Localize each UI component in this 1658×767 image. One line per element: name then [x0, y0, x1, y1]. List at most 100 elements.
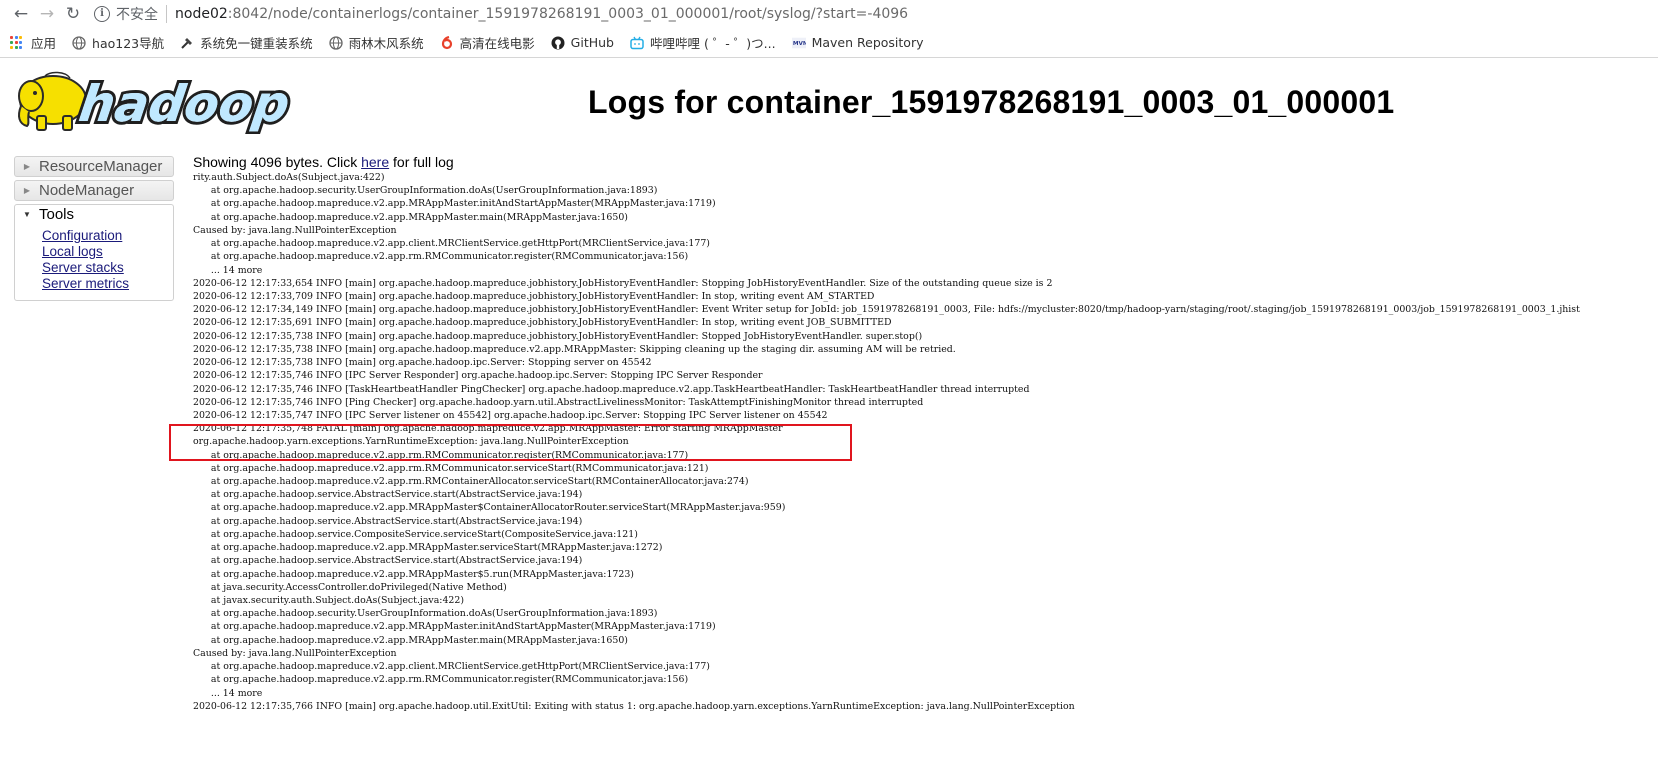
log-line: at org.apache.hadoop.mapreduce.v2.app.cl…	[193, 238, 710, 250]
sidebar-item-nodemanager[interactable]: ▶ NodeManager	[14, 180, 174, 201]
url-separator	[166, 5, 167, 23]
page-title: Logs for container_1591978268191_0003_01…	[588, 84, 1395, 120]
bookmark-reinstall-system[interactable]: 系统免一键重装系统	[180, 33, 313, 52]
log-output[interactable]: rity.auth.Subject.doAs(Subject.java:422)…	[193, 171, 1580, 713]
log-line: at java.security.AccessController.doPriv…	[193, 581, 507, 593]
log-line: at org.apache.hadoop.mapreduce.v2.app.rm…	[193, 449, 689, 461]
log-line: rity.auth.Subject.doAs(Subject.java:422)	[193, 172, 385, 183]
logo-wordmark-fill: hadoop	[76, 74, 294, 133]
log-line: 2020-06-12 12:17:33,709 INFO [main] org.…	[193, 290, 875, 302]
github-icon	[551, 36, 565, 50]
browser-toolbar: ← → ↻ i 不安全 node02:8042/node/containerlo…	[0, 0, 1658, 28]
log-line: at org.apache.hadoop.mapreduce.v2.app.MR…	[193, 568, 634, 580]
back-arrow-icon[interactable]: ←	[8, 1, 34, 27]
bookmark-label: 高清在线电影	[459, 36, 535, 51]
log-line: at org.apache.hadoop.service.AbstractSer…	[193, 555, 583, 567]
log-line: 2020-06-12 12:17:35,738 INFO [main] org.…	[193, 330, 923, 342]
apps-grid-icon	[10, 36, 23, 49]
bookmark-label: Maven Repository	[811, 35, 924, 50]
log-line: at org.apache.hadoop.security.UserGroupI…	[193, 185, 658, 197]
log-line: 2020-06-12 12:17:35,746 INFO [Ping Check…	[193, 396, 924, 408]
address-bar[interactable]: i 不安全 node02:8042/node/containerlogs/con…	[94, 0, 1650, 28]
log-line: 2020-06-12 12:17:35,747 INFO [IPC Server…	[193, 409, 828, 421]
log-line: at org.apache.hadoop.mapreduce.v2.app.rm…	[193, 251, 689, 263]
log-line: at org.apache.hadoop.mapreduce.v2.app.cl…	[193, 661, 710, 673]
log-line: 2020-06-12 12:17:35,738 INFO [main] org.…	[193, 343, 956, 355]
tools-panel: Configuration Local logs Server stacks S…	[14, 224, 174, 301]
movie-icon	[440, 35, 454, 50]
configuration-link[interactable]: Configuration	[42, 228, 173, 244]
url-path[interactable]: :8042/node/containerlogs/container_15919…	[228, 6, 908, 22]
triangle-right-icon: ▶	[23, 186, 31, 195]
log-line: ... 14 more	[193, 687, 263, 699]
log-line: 2020-06-12 12:17:34,149 INFO [main] org.…	[193, 304, 1580, 316]
sidebar-item-tools[interactable]: ▼ Tools	[14, 204, 174, 224]
sidebar: ▶ ResourceManager ▶ NodeManager ▼ Tools …	[14, 156, 174, 304]
log-line: at org.apache.hadoop.mapreduce.v2.app.MR…	[193, 211, 628, 223]
triangle-down-icon: ▼	[23, 210, 31, 219]
log-line: at org.apache.hadoop.mapreduce.v2.app.MR…	[193, 502, 786, 514]
log-line: at org.apache.hadoop.service.AbstractSer…	[193, 515, 583, 527]
log-line: at org.apache.hadoop.mapreduce.v2.app.MR…	[193, 634, 628, 646]
bookmark-ylmf[interactable]: 雨林木风系统	[328, 33, 424, 52]
svg-text:MVN: MVN	[792, 41, 805, 47]
log-line: 2020-06-12 12:17:33,654 INFO [main] org.…	[193, 277, 1053, 289]
log-line: Caused by: java.lang.NullPointerExceptio…	[193, 647, 397, 659]
log-line: Caused by: java.lang.NullPointerExceptio…	[193, 224, 397, 236]
bookmark-label: hao123导航	[92, 36, 165, 51]
local-logs-link[interactable]: Local logs	[42, 244, 173, 260]
globe-icon	[72, 35, 86, 50]
log-line: at org.apache.hadoop.mapreduce.v2.app.rm…	[193, 462, 709, 474]
info-icon[interactable]: i	[94, 6, 110, 22]
bookmark-bilibili[interactable]: 哔哩哔哩 ( ゜- ゜)つ...	[630, 33, 776, 52]
page-body: hadoop hadoop Logs for container_1591978…	[0, 58, 1658, 766]
server-metrics-link[interactable]: Server metrics	[42, 276, 173, 292]
url-host[interactable]: node02	[175, 6, 228, 22]
bookmark-hao123[interactable]: hao123导航	[72, 33, 164, 52]
log-line: 2020-06-12 12:17:35,766 INFO [main] org.…	[193, 700, 1075, 712]
log-line: 2020-06-12 12:17:35,691 INFO [main] org.…	[193, 317, 892, 329]
bookmarks-bar: 应用 hao123导航 系统免一键重装系统 雨林木风系统 高清在线电影 GitH…	[0, 28, 1658, 58]
globe-icon	[328, 35, 343, 50]
log-line: org.apache.hadoop.yarn.exceptions.YarnRu…	[193, 436, 629, 448]
log-line: at org.apache.hadoop.mapreduce.v2.app.MR…	[193, 542, 663, 554]
log-line: 2020-06-12 12:17:35,738 INFO [main] org.…	[193, 357, 652, 369]
bookmark-maven[interactable]: MVN Maven Repository	[791, 35, 924, 50]
log-line: at org.apache.hadoop.mapreduce.v2.app.MR…	[193, 198, 716, 210]
bilibili-icon	[630, 36, 644, 50]
log-line: at org.apache.hadoop.service.CompositeSe…	[193, 528, 638, 540]
sidebar-item-label: ResourceManager	[39, 158, 163, 175]
sidebar-item-label: NodeManager	[39, 182, 135, 199]
log-line: 2020-06-12 12:17:35,746 INFO [TaskHeartb…	[193, 383, 1030, 395]
tools-icon	[180, 36, 194, 50]
triangle-right-icon: ▶	[23, 162, 31, 171]
bookmark-movies[interactable]: 高清在线电影	[440, 33, 535, 52]
log-line: at javax.security.auth.Subject.doAs(Subj…	[193, 595, 465, 606]
bookmark-label: 系统免一键重装系统	[200, 36, 313, 51]
bookmark-label: 应用	[31, 36, 57, 51]
server-stacks-link[interactable]: Server stacks	[42, 260, 173, 276]
showing-bytes-text: Showing 4096 bytes. Click here for full …	[193, 154, 1580, 170]
showing-prefix: Showing 4096 bytes. Click	[193, 154, 362, 170]
log-line: at org.apache.hadoop.service.AbstractSer…	[193, 489, 583, 501]
log-line: 2020-06-12 12:17:35,748 FATAL [main] org…	[193, 423, 783, 435]
bookmark-github[interactable]: GitHub	[551, 35, 614, 50]
bookmark-label: 雨林木风系统	[348, 36, 424, 51]
log-line: at org.apache.hadoop.mapreduce.v2.app.rm…	[193, 476, 749, 488]
log-line: at org.apache.hadoop.security.UserGroupI…	[193, 608, 658, 620]
bookmark-apps[interactable]: 应用	[10, 33, 56, 52]
sidebar-item-resourcemanager[interactable]: ▶ ResourceManager	[14, 156, 174, 177]
forward-arrow-icon[interactable]: →	[34, 1, 60, 27]
elephant-icon	[18, 71, 87, 131]
sidebar-item-label: Tools	[39, 206, 75, 223]
full-log-link[interactable]: here	[361, 154, 389, 170]
log-content: Showing 4096 bytes. Click here for full …	[193, 154, 1580, 713]
log-line: 2020-06-12 12:17:35,746 INFO [IPC Server…	[193, 370, 763, 382]
reload-icon[interactable]: ↻	[60, 1, 86, 27]
maven-icon: MVN	[791, 36, 806, 50]
log-line: at org.apache.hadoop.mapreduce.v2.app.MR…	[193, 621, 716, 633]
showing-suffix: for full log	[389, 154, 454, 170]
security-label[interactable]: 不安全	[116, 4, 158, 24]
log-line: ... 14 more	[193, 264, 263, 276]
log-line: at org.apache.hadoop.mapreduce.v2.app.rm…	[193, 674, 689, 686]
